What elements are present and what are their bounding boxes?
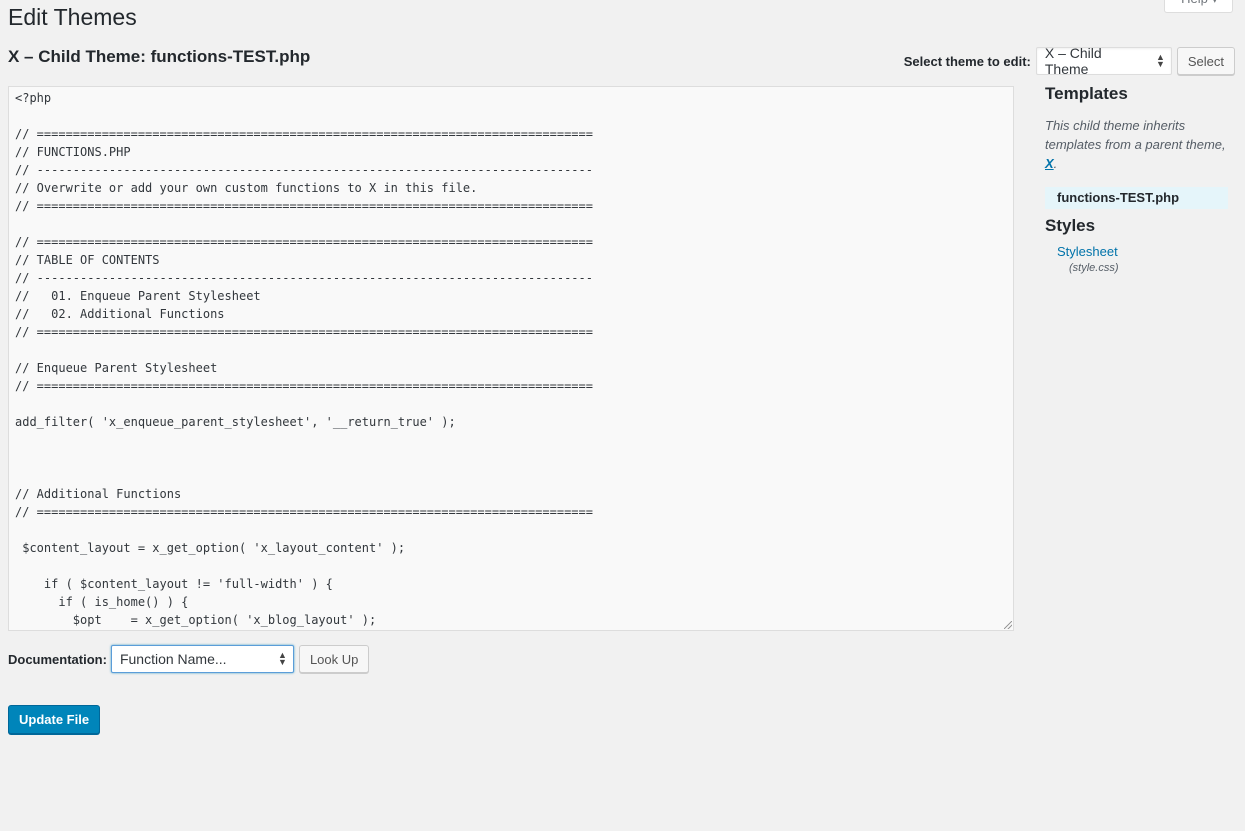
documentation-select[interactable]: Function Name... ▲ ▼ <box>110 645 294 673</box>
code-editor-content[interactable]: <?php // ===============================… <box>9 87 1013 630</box>
stylesheet-filename: (style.css) <box>1069 262 1119 274</box>
documentation-row: Documentation: Function Name... ▲ ▼ Look … <box>8 645 370 673</box>
documentation-select-value: Function Name... <box>119 651 227 667</box>
help-tab-button[interactable]: Help ▾ <box>1164 0 1233 13</box>
parent-theme-link[interactable]: X <box>1045 156 1054 171</box>
file-sidebar: Templates This child theme inherits temp… <box>1045 84 1230 274</box>
code-line: // Enqueue Parent Stylesheet <box>15 361 218 375</box>
resize-grip-icon[interactable] <box>1004 621 1012 629</box>
page-title: Edit Themes <box>8 4 137 30</box>
template-file-item[interactable]: functions-TEST.php <box>1045 187 1228 209</box>
code-line: $content_layout = x_get_option( 'x_layou… <box>15 541 406 555</box>
theme-select[interactable]: X – Child Theme ▲ ▼ <box>1035 45 1172 77</box>
inherit-note: This child theme inherits templates from… <box>1045 116 1230 173</box>
code-line: $opt = x_get_option( 'x_blog_layout' ); <box>15 613 377 627</box>
select-arrows-icon: ▲ ▼ <box>278 650 287 667</box>
select-theme-label: Select theme to edit: <box>903 53 1031 69</box>
select-arrows-icon: ▲ ▼ <box>1155 52 1165 69</box>
code-line: // =====================================… <box>15 379 593 393</box>
code-line: if ( is_home() ) { <box>15 595 189 609</box>
code-line: // =====================================… <box>15 235 593 249</box>
code-line: <?php <box>15 91 52 105</box>
file-title: X – Child Theme: functions-TEST.php <box>8 47 311 66</box>
documentation-label: Documentation: <box>8 651 107 667</box>
theme-select-value: X – Child Theme <box>1044 45 1102 77</box>
code-line: // Overwrite or add your own custom func… <box>15 181 478 195</box>
code-editor[interactable]: <?php // ===============================… <box>8 86 1014 631</box>
theme-select-form: Select theme to edit: X – Child Theme ▲ ▼… <box>903 45 1235 77</box>
code-line: add_filter( 'x_enqueue_parent_stylesheet… <box>15 415 456 429</box>
templates-heading: Templates <box>1045 84 1128 103</box>
look-up-button[interactable]: Look Up <box>298 645 370 673</box>
code-line: // 01. Enqueue Parent Stylesheet <box>15 289 261 303</box>
inherit-text: This child theme inherits templates from… <box>1045 118 1226 152</box>
inherit-suffix: . <box>1053 156 1058 171</box>
code-line: // =====================================… <box>15 325 593 339</box>
code-line: // -------------------------------------… <box>15 271 593 285</box>
code-line: // =====================================… <box>15 505 593 519</box>
code-line: // Additional Functions <box>15 487 182 501</box>
code-line: // FUNCTIONS.PHP <box>15 145 131 159</box>
code-line: // 02. Additional Functions <box>15 307 225 321</box>
code-line: if ( $content_layout != 'full-width' ) { <box>15 577 333 591</box>
code-line: // -------------------------------------… <box>15 163 593 177</box>
code-line: // TABLE OF CONTENTS <box>15 253 160 267</box>
update-file-button[interactable]: Update File <box>8 705 101 734</box>
code-line: // =====================================… <box>15 199 593 213</box>
code-line: // =====================================… <box>15 127 593 141</box>
styles-heading: Styles <box>1045 216 1096 235</box>
select-theme-button[interactable]: Select <box>1176 47 1235 75</box>
stylesheet-link[interactable]: Stylesheet <box>1057 244 1230 259</box>
